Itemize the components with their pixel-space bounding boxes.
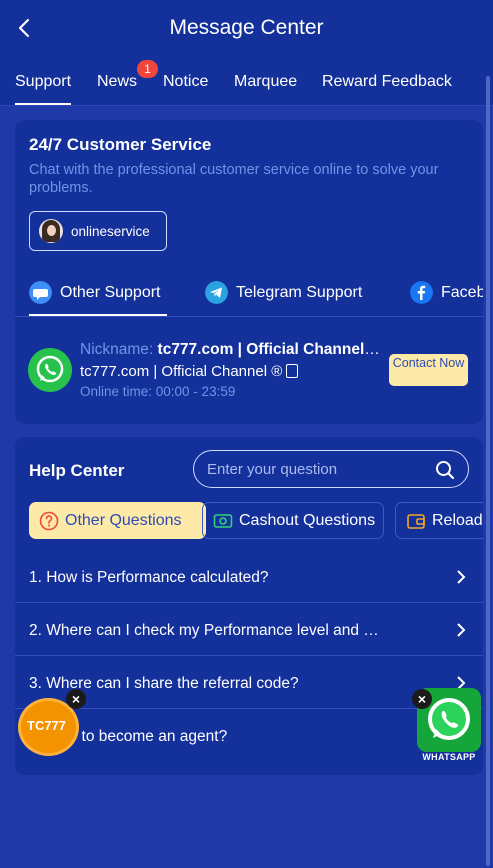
support-channel-tabs: Other Support Telegram Support Facebo [15, 275, 483, 317]
close-whatsapp-icon[interactable]: × [412, 689, 432, 709]
facebook-support-label: Facebo [441, 283, 483, 301]
online-service-label: onlineservice [71, 223, 150, 239]
tab-marquee[interactable]: Marquee [234, 73, 297, 91]
question-circle-icon [39, 511, 59, 530]
scrollbar[interactable] [486, 76, 490, 866]
contact-row: Nickname: tc777.com | Official Channel ®… [15, 335, 483, 405]
nickname: Nickname: tc777.com | Official Channel ® [80, 341, 380, 359]
telegram-support-label: Telegram Support [236, 283, 363, 301]
chip-other-questions-label: Other Questions [65, 511, 182, 529]
question-categories: Other Questions Cashout Questions Reload [15, 502, 483, 540]
faq-item[interactable]: 4. How to become an agent? [15, 709, 483, 762]
chat-bubble-icon [29, 281, 52, 304]
tab-other-support[interactable]: Other Support [29, 281, 161, 304]
search-input[interactable] [207, 460, 422, 478]
whatsapp-icon [28, 348, 72, 392]
chevron-right-icon [457, 623, 466, 637]
faq-item[interactable]: 2. Where can I check my Performance leve… [15, 603, 483, 656]
faq-question: 2. Where can I check my Performance leve… [29, 622, 379, 639]
logo-text: TC777 [27, 718, 67, 733]
close-logo-icon[interactable]: × [66, 689, 86, 709]
avatar [39, 219, 63, 243]
help-center-card: Help Center Other Questions Cashout Ques… [15, 437, 483, 775]
search-icon[interactable] [435, 460, 455, 480]
nickname-label: Nickname: [80, 341, 154, 358]
tab-telegram-support[interactable]: Telegram Support [205, 281, 362, 304]
contact-now-button[interactable]: Contact Now [389, 354, 468, 386]
faq-question: 1. How is Performance calculated? [29, 569, 269, 586]
tab-reward-feedback[interactable]: Reward Feedback [322, 73, 452, 91]
active-tab-indicator [15, 103, 71, 105]
search-box [193, 450, 469, 488]
page-title: Message Center [169, 16, 324, 39]
chevron-right-icon [457, 570, 466, 584]
customer-service-card: 24/7 Customer Service Chat with the prof… [15, 120, 483, 424]
customer-service-subtitle: Chat with the professional customer serv… [29, 162, 439, 196]
help-center-title: Help Center [29, 461, 125, 480]
facebook-icon [410, 281, 433, 304]
chip-reload-label: Reload [432, 511, 483, 529]
online-time: Online time: 00:00 - 23:59 [80, 384, 236, 399]
telegram-icon [205, 281, 228, 304]
chip-cashout-questions[interactable]: Cashout Questions [202, 502, 384, 539]
other-support-label: Other Support [60, 283, 161, 301]
customer-service-title: 24/7 Customer Service [29, 135, 212, 154]
channel-name: tc777.com | Official Channel ® [80, 363, 299, 380]
faq-question: 4. How to become an agent? [29, 728, 228, 745]
chip-reload[interactable]: Reload [395, 502, 483, 539]
news-badge: 1 [137, 60, 158, 78]
back-arrow-icon[interactable] [14, 15, 38, 41]
copy-icon[interactable] [286, 364, 299, 378]
whatsapp-label: WHATSAPP [422, 752, 476, 762]
tab-facebook-support[interactable]: Facebo [410, 281, 483, 304]
header: Message Center [0, 0, 493, 56]
chip-cashout-questions-label: Cashout Questions [239, 511, 376, 529]
tab-support[interactable]: Support [15, 73, 71, 91]
tab-notice[interactable]: Notice [163, 73, 208, 91]
faq-item[interactable]: 1. How is Performance calculated? [15, 550, 483, 603]
channel-text: tc777.com | Official Channel ® [80, 363, 283, 380]
message-tabs: Support News Notice Marquee Reward Feedb… [0, 56, 493, 106]
chip-other-questions[interactable]: Other Questions [29, 502, 206, 539]
online-service-button[interactable]: onlineservice [29, 211, 167, 251]
nickname-value: tc777.com | Official Channel ® [157, 341, 380, 358]
tab-news[interactable]: News [97, 73, 137, 91]
active-support-tab-indicator [29, 314, 167, 316]
cash-icon [213, 513, 233, 528]
wallet-icon [407, 513, 425, 529]
